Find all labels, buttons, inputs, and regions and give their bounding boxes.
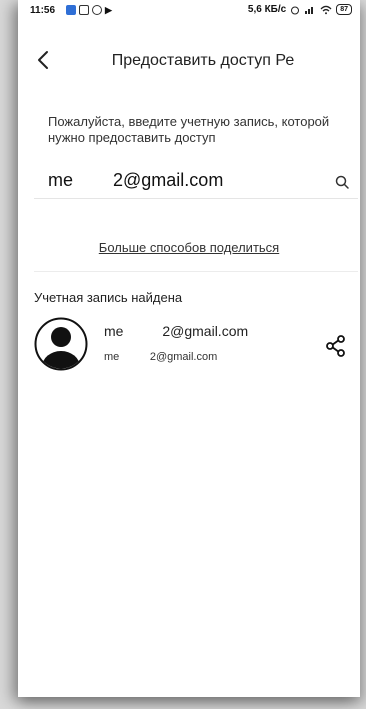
signal-icon [305, 6, 314, 14]
wifi-icon [320, 5, 332, 14]
shield-icon [92, 5, 102, 15]
network-speed: 5,6 КБ/с [247, 4, 287, 15]
account-email: me 2@gmail.com [104, 323, 249, 339]
alarm-icon [291, 6, 300, 14]
account-found-label: Учетная запись найдена [34, 290, 183, 305]
play-icon: ▶ [105, 5, 112, 15]
account-subtitle: me 2@gmail.com [104, 351, 218, 363]
status-right: 5,6 КБ/с 87 [248, 4, 352, 15]
notification-icons: ▶ [66, 5, 112, 16]
battery-indicator: 87 [336, 4, 352, 15]
email-input-value[interactable]: me 2@gmail.com [48, 170, 223, 191]
divider [34, 271, 358, 272]
phone-screen: 11:56 ▶ 5,6 КБ/с 87 Предоставить доступ … [18, 0, 360, 697]
more-share-options-link[interactable]: Больше способов поделиться [18, 240, 360, 255]
header: Предоставить доступ Ре [18, 40, 360, 80]
message-icon [79, 5, 89, 15]
status-bar: 11:56 ▶ 5,6 КБ/с 87 [18, 0, 360, 22]
avatar-icon [34, 317, 88, 371]
page-title: Предоставить доступ Ре [111, 52, 295, 69]
status-time: 11:56 [30, 5, 56, 16]
email-field[interactable]: me 2@gmail.com [34, 168, 358, 199]
share-icon[interactable] [324, 334, 348, 358]
account-result-item[interactable]: me 2@gmail.com me 2@gmail.com [32, 315, 360, 375]
app-notification-icon [66, 5, 76, 15]
instruction-text: Пожалуйста, введите учетную запись, кото… [48, 114, 330, 145]
search-icon[interactable] [334, 174, 350, 190]
